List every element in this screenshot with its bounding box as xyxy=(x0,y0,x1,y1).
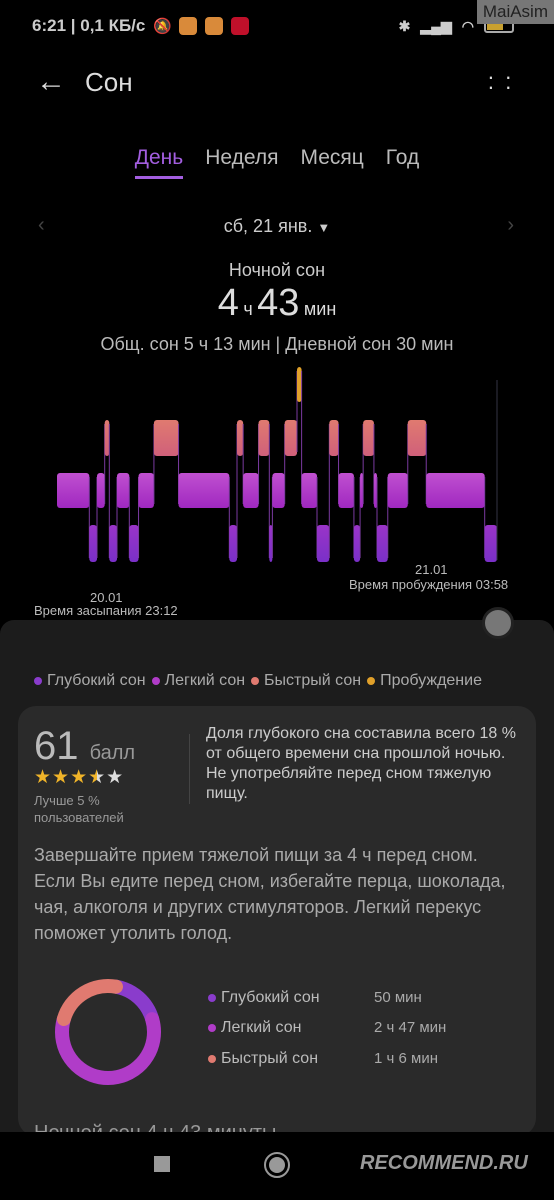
watermark: RECOMMEND.RU xyxy=(360,1152,528,1174)
segment-rem xyxy=(363,420,374,456)
breakdown-label: Легкий сон xyxy=(221,1019,302,1036)
breakdown-label: Быстрый сон xyxy=(221,1050,319,1067)
segment-deep xyxy=(377,525,388,562)
scrub-handle[interactable] xyxy=(482,607,514,639)
wake-time: Время пробуждения 03:58 xyxy=(349,577,509,592)
more-options-icon[interactable]: · · · · xyxy=(487,66,514,98)
date-label: сб, 21 янв. xyxy=(223,216,313,236)
segment-light xyxy=(338,473,354,508)
status-bar: 6:21 | 0,1 КБ/с 🔕 ✱ ▂▄▆ ◠ xyxy=(32,14,514,38)
recents-button[interactable] xyxy=(154,1156,170,1172)
legend-label: Легкий сон xyxy=(164,672,246,689)
legend-deep: Глубокий сон xyxy=(34,672,146,690)
breakdown-deep: Глубокий сон 50 мин xyxy=(208,989,422,1007)
tab-day[interactable]: День xyxy=(134,146,184,179)
segment-deep xyxy=(89,525,97,562)
segment-light xyxy=(426,473,485,508)
wifi-icon: ◠ xyxy=(461,17,474,34)
app-notification-icon xyxy=(205,17,224,35)
pinterest-icon xyxy=(231,17,250,35)
segment-deep xyxy=(353,525,361,562)
segment-light xyxy=(272,473,285,508)
segment-light xyxy=(97,473,105,508)
minutes: 43 xyxy=(257,282,300,324)
back-arrow-icon[interactable]: ← xyxy=(36,65,66,99)
segment-light xyxy=(301,473,317,508)
end-date: 21.01 xyxy=(415,562,448,577)
breakdown-value: 1 ч 6 мин xyxy=(374,1050,438,1067)
breakdown-rem: Быстрый сон 1 ч 6 мин xyxy=(208,1050,438,1068)
app-notification-icon xyxy=(179,17,198,35)
segment-light xyxy=(178,473,230,508)
clock: 6:21 xyxy=(32,16,67,35)
sleep-score-card: 61 балл ★★★★★ Лучше 5 % пользователей До… xyxy=(18,706,536,1136)
period-tabs: День Неделя Месяц Год xyxy=(0,146,554,179)
segment-rem xyxy=(104,420,110,456)
stage-donut-chart xyxy=(55,979,161,1085)
date-selector[interactable]: сб, 21 янв. ▼ xyxy=(0,216,554,237)
home-button[interactable] xyxy=(264,1152,290,1178)
legend-label: Пробуждение xyxy=(380,672,482,689)
segment-awake xyxy=(297,367,302,402)
tab-year[interactable]: Год xyxy=(386,146,419,179)
advice-text: Доля глубокого сна составила всего 18 % … xyxy=(206,725,516,802)
total-sleep-summary: Общ. сон 5 ч 13 мин | Дневной сон 30 мин xyxy=(100,334,454,354)
segment-rem xyxy=(237,420,244,456)
sleep-score: 61 балл xyxy=(34,724,135,769)
hours: 4 xyxy=(217,282,239,324)
caret-down-icon: ▼ xyxy=(317,220,331,235)
segment-rem xyxy=(329,420,339,456)
score-unit: балл xyxy=(89,742,136,764)
tip-text: Завершайте прием тяжелой пищи за 4 ч пер… xyxy=(34,845,506,943)
network-speed: 0,1 КБ/с xyxy=(80,16,146,35)
segment-light xyxy=(243,473,259,508)
segment-light xyxy=(117,473,130,508)
segment-deep xyxy=(317,525,330,562)
legend-rem: Быстрый сон xyxy=(251,672,361,690)
breakdown-label: Глубокий сон xyxy=(221,989,320,1006)
segment-deep xyxy=(484,525,497,562)
segment-light xyxy=(57,473,90,508)
night-sleep-label: Ночной сон xyxy=(228,260,326,280)
segment-deep xyxy=(109,525,117,562)
segment-rem xyxy=(407,420,427,456)
page-title: Сон xyxy=(85,66,133,97)
night-sleep-duration: 4 ч 43 мин xyxy=(0,282,554,325)
percentile-text: Лучше 5 % пользователей xyxy=(34,793,124,825)
segment-rem xyxy=(284,420,297,456)
signal-icon: ▂▄▆ xyxy=(420,17,452,34)
bluetooth-icon: ✱ xyxy=(398,17,411,34)
breakdown-value: 2 ч 47 мин xyxy=(374,1019,447,1036)
segment-rem xyxy=(258,420,270,456)
hours-unit: ч xyxy=(243,299,253,319)
legend-light: Легкий сон xyxy=(151,672,246,690)
tab-month[interactable]: Месяц xyxy=(300,146,363,179)
breakdown-value: 50 мин xyxy=(374,989,422,1006)
divider xyxy=(189,734,190,804)
segment-light xyxy=(138,473,154,508)
score-value: 61 xyxy=(34,724,79,768)
segment-deep xyxy=(229,525,237,562)
minutes-unit: мин xyxy=(303,299,337,319)
legend-label: Глубокий сон xyxy=(47,672,146,689)
navigation-bar: RECOMMEND.RU xyxy=(0,1132,554,1200)
watermark: MaiAsim xyxy=(476,0,554,24)
mute-bell-icon: 🔕 xyxy=(153,18,173,35)
tab-week[interactable]: Неделя xyxy=(205,146,278,179)
sleep-start-time: Время засыпания 23:12 xyxy=(34,603,178,618)
segment-rem xyxy=(153,420,179,456)
star-rating: ★★★★★ xyxy=(34,767,125,788)
next-day-icon[interactable]: › xyxy=(507,214,514,237)
sleep-hypnogram xyxy=(57,367,498,562)
legend-awake: Пробуждение xyxy=(367,672,482,690)
stage-legend: Глубокий сон Легкий сон Быстрый сон Проб… xyxy=(34,672,482,690)
legend-label: Быстрый сон xyxy=(264,672,362,689)
breakdown-light: Легкий сон 2 ч 47 мин xyxy=(208,1019,446,1037)
segment-light xyxy=(387,473,408,508)
segment-deep xyxy=(129,525,139,562)
